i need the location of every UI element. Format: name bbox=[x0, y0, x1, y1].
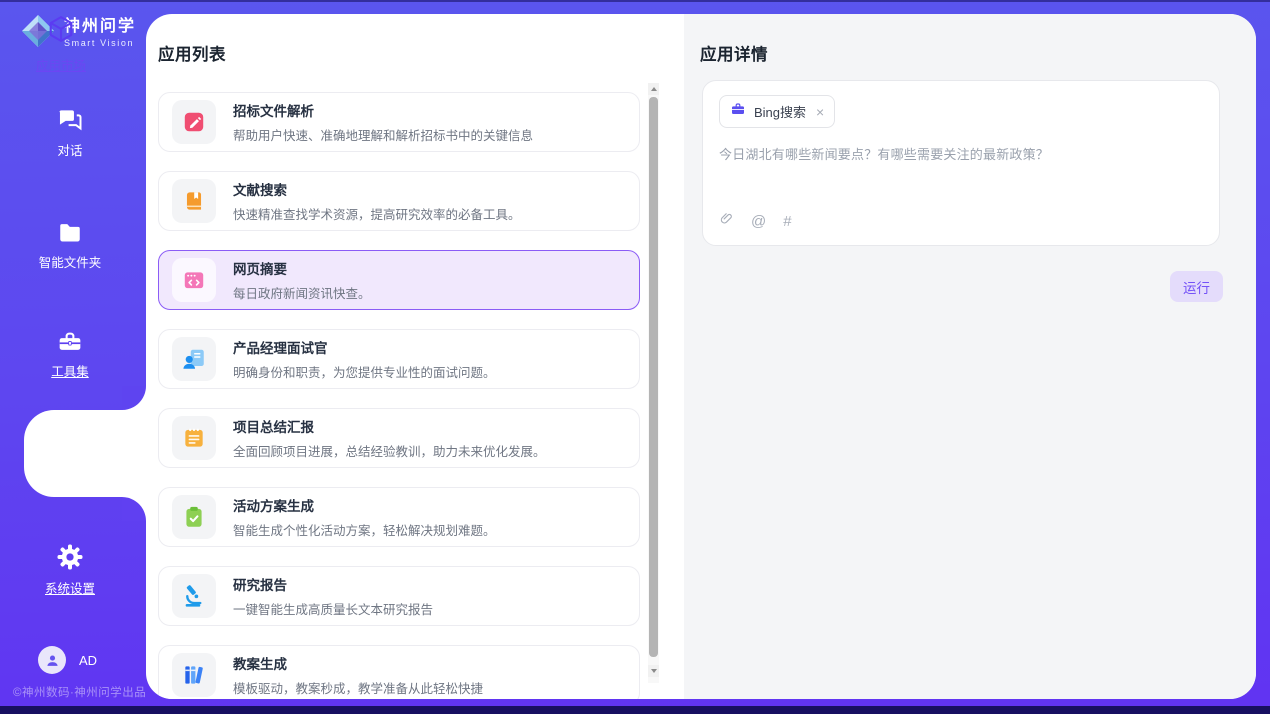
avatar bbox=[38, 646, 66, 674]
scroll-up-arrow-icon bbox=[651, 87, 657, 91]
app-name: 活动方案生成 bbox=[233, 495, 496, 515]
main-panel: 应用列表 招标文件解析 帮助用户快速、准确地理解和解析招标书中的关键信息 bbox=[146, 14, 1256, 699]
edit-document-icon bbox=[172, 100, 216, 144]
app-description: 全面回顾项目进展，总结经验教训，助力未来优化发展。 bbox=[233, 441, 546, 460]
sidebar-item-app-market[interactable]: 应用市场 bbox=[0, 13, 122, 74]
app-name: 项目总结汇报 bbox=[233, 416, 546, 436]
app-description: 模板驱动，教案秒成，教学准备从此轻松快捷 bbox=[233, 678, 483, 697]
chip-close-icon[interactable]: × bbox=[816, 105, 824, 119]
window-bottom-edge bbox=[0, 706, 1270, 714]
app-card-web-summary[interactable]: 网页摘要 每日政府新闻资讯快查。 bbox=[158, 250, 640, 310]
scroll-down-arrow-icon bbox=[651, 669, 657, 673]
app-description: 一键智能生成高质量长文本研究报告 bbox=[233, 599, 433, 618]
input-toolbar: @ # bbox=[719, 210, 1203, 232]
app-card-project-summary[interactable]: 项目总结汇报 全面回顾项目进展，总结经验教训，助力未来优化发展。 bbox=[158, 408, 640, 468]
gear-icon bbox=[55, 542, 85, 575]
web-page-icon bbox=[172, 258, 216, 302]
app-list-panel: 应用列表 招标文件解析 帮助用户快速、准确地理解和解析招标书中的关键信息 bbox=[146, 14, 684, 699]
app-detail-title: 应用详情 bbox=[700, 41, 1256, 65]
app-card-pm-interviewer[interactable]: 产品经理面试官 明确身份和职责，为您提供专业性的面试问题。 bbox=[158, 329, 640, 389]
scroll-down-button[interactable] bbox=[648, 665, 659, 677]
user-account[interactable]: AD bbox=[38, 646, 97, 674]
app-list-title: 应用列表 bbox=[158, 41, 684, 65]
app-detail-panel: 应用详情 Bing搜索 × 今日湖北有哪些新闻要点？有哪些需要关注的最新政策？ bbox=[684, 14, 1256, 699]
query-text[interactable]: 今日湖北有哪些新闻要点？有哪些需要关注的最新政策？ bbox=[719, 144, 1203, 163]
folder-icon bbox=[55, 220, 85, 249]
sidebar-item-label: 应用市场 bbox=[36, 55, 86, 74]
app-list: 招标文件解析 帮助用户快速、准确地理解和解析招标书中的关键信息 文献搜索 bbox=[158, 92, 640, 699]
app-name: 产品经理面试官 bbox=[233, 337, 496, 357]
scrollbar-thumb[interactable] bbox=[649, 97, 658, 657]
app-name: 文献搜索 bbox=[233, 179, 521, 199]
chat-icon bbox=[55, 106, 85, 137]
app-card-bid-document-analysis[interactable]: 招标文件解析 帮助用户快速、准确地理解和解析招标书中的关键信息 bbox=[158, 92, 640, 152]
app-name: 网页摘要 bbox=[233, 258, 371, 278]
sidebar-item-label: 系统设置 bbox=[45, 583, 95, 596]
app-card-literature-search[interactable]: 文献搜索 快速精准查找学术资源，提高研究效率的必备工具。 bbox=[158, 171, 640, 231]
notch-curve-top bbox=[122, 386, 146, 410]
cube-icon bbox=[45, 13, 77, 48]
toolbox-icon bbox=[55, 328, 85, 358]
paperclip-icon[interactable] bbox=[719, 210, 734, 232]
app-description: 快速精准查找学术资源，提高研究效率的必备工具。 bbox=[233, 204, 521, 223]
interviewer-icon bbox=[172, 337, 216, 381]
app-window: 神州问学 Smart Vision 对话 智能文件夹 bbox=[0, 0, 1270, 714]
app-name: 招标文件解析 bbox=[233, 100, 533, 120]
clipboard-check-icon bbox=[172, 495, 216, 539]
user-initials: AD bbox=[79, 653, 97, 668]
sidebar-item-label: 工具集 bbox=[51, 366, 89, 379]
app-card-event-plan[interactable]: 活动方案生成 智能生成个性化活动方案，轻松解决规划难题。 bbox=[158, 487, 640, 547]
sidebar-item-label: 对话 bbox=[57, 145, 82, 158]
app-description: 每日政府新闻资讯快查。 bbox=[233, 283, 371, 302]
app-name: 教案生成 bbox=[233, 653, 483, 673]
tool-chip-label: Bing搜索 bbox=[754, 102, 806, 121]
tool-chip-bing-search[interactable]: Bing搜索 × bbox=[719, 95, 835, 128]
sidebar-item-tools[interactable]: 工具集 bbox=[0, 328, 140, 379]
books-icon bbox=[172, 653, 216, 697]
query-input-area[interactable]: Bing搜索 × 今日湖北有哪些新闻要点？有哪些需要关注的最新政策？ @ # bbox=[702, 80, 1220, 246]
app-list-scrollbar[interactable] bbox=[648, 83, 659, 683]
sidebar-item-smart-folders[interactable]: 智能文件夹 bbox=[0, 220, 140, 270]
copyright-text: ©神州数码·神州问学出品 bbox=[13, 684, 146, 700]
sidebar-item-settings[interactable]: 系统设置 bbox=[0, 542, 140, 596]
sidebar-active-notch bbox=[24, 410, 146, 497]
app-description: 明确身份和职责，为您提供专业性的面试问题。 bbox=[233, 362, 496, 381]
app-card-research-report[interactable]: 研究报告 一键智能生成高质量长文本研究报告 bbox=[158, 566, 640, 626]
scroll-up-button[interactable] bbox=[648, 83, 659, 95]
window-top-edge bbox=[0, 0, 1270, 2]
app-description: 帮助用户快速、准确地理解和解析招标书中的关键信息 bbox=[233, 125, 533, 144]
app-card-lesson-plan[interactable]: 教案生成 模板驱动，教案秒成，教学准备从此轻松快捷 bbox=[158, 645, 640, 699]
run-button[interactable]: 运行 bbox=[1170, 271, 1223, 302]
microscope-icon bbox=[172, 574, 216, 618]
sidebar-item-chat[interactable]: 对话 bbox=[0, 106, 140, 158]
notch-curve-bottom bbox=[122, 497, 146, 521]
app-description: 智能生成个性化活动方案，轻松解决规划难题。 bbox=[233, 520, 496, 539]
memo-icon bbox=[172, 416, 216, 460]
book-icon bbox=[172, 179, 216, 223]
hash-icon[interactable]: # bbox=[783, 214, 791, 229]
mention-icon[interactable]: @ bbox=[751, 214, 766, 229]
app-name: 研究报告 bbox=[233, 574, 433, 594]
sidebar-item-label: 智能文件夹 bbox=[39, 257, 102, 270]
briefcase-icon bbox=[730, 101, 746, 122]
